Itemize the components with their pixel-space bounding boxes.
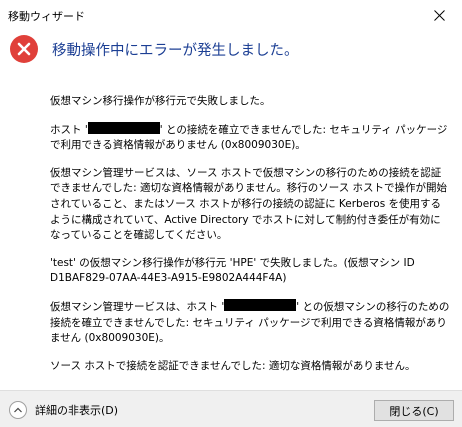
- chevron-up-icon: [9, 401, 27, 419]
- message-paragraph: 'test' の仮想マシン移行操作が移行元 'HPE' で失敗しました。(仮想マ…: [50, 256, 415, 285]
- redacted-host-name: [224, 298, 297, 311]
- close-button[interactable]: 閉じる(C): [374, 400, 454, 421]
- error-icon: [10, 35, 38, 63]
- dialog-header: 移動操作中にエラーが発生しました。: [0, 30, 462, 72]
- message-content: 仮想マシン移行操作が移行元で失敗しました。 ホスト ' ' との接続を確立できませ…: [50, 94, 450, 386]
- message-paragraph: 仮想マシン管理サービスは、ソース ホストで仮想マシンの移行のための接続を認証でき…: [50, 166, 448, 242]
- error-heading: 移動操作中にエラーが発生しました。: [52, 43, 299, 59]
- message-paragraph: 仮想マシン移行操作が移行元で失敗しました。: [50, 95, 271, 107]
- toggle-details-button[interactable]: 詳細の非表示(D): [9, 401, 118, 419]
- window-title: 移動ウィザード: [8, 10, 85, 23]
- close-icon: [433, 9, 445, 21]
- dialog-footer: 詳細の非表示(D) 閉じる(C): [0, 390, 462, 427]
- window-close-button[interactable]: [416, 0, 462, 30]
- details-label: 詳細の非表示(D): [35, 404, 119, 417]
- title-bar: 移動ウィザード: [0, 0, 462, 30]
- message-paragraph: 仮想マシン管理サービスは、ホスト ' ' との仮想マシンの移行のための接続を確立で…: [50, 298, 450, 345]
- message-paragraph: ソース ホストで接続を認証できませんでした: 適切な資格情報がありません。: [50, 359, 416, 372]
- redacted-host-name: [87, 121, 160, 134]
- message-paragraph: ホスト ' ' との接続を確立できませんでした: セキュリティ パッケージで利用で…: [50, 121, 448, 152]
